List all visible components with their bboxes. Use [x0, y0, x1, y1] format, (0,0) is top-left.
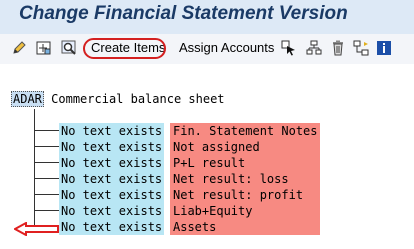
tree-node[interactable]: No text exists Not assigned: [59, 139, 320, 155]
node-description: No text exists: [59, 203, 164, 219]
tree-branch: [34, 210, 59, 211]
node-name[interactable]: Liab+Equity: [170, 203, 320, 219]
expand-subtree-icon[interactable]: [35, 39, 53, 57]
select-icon[interactable]: [280, 39, 298, 57]
financial-statement-tree: ADAR Commercial balance sheet No text ex…: [0, 64, 414, 249]
tree-node[interactable]: No text exists Net result: profit: [59, 187, 320, 203]
edit-pencil-icon[interactable]: [10, 39, 28, 57]
node-description: No text exists: [59, 219, 164, 235]
root-key[interactable]: ADAR: [11, 91, 44, 107]
pointer-arrow-icon: [14, 222, 59, 236]
window-title: Change Financial Statement Version: [19, 3, 348, 24]
tree-node[interactable]: No text exists Assets: [59, 219, 320, 235]
delete-icon[interactable]: [329, 39, 347, 57]
tree-branch: [34, 162, 59, 163]
tree-node[interactable]: No text exists Liab+Equity: [59, 203, 320, 219]
tree-node[interactable]: No text exists P+L result: [59, 155, 320, 171]
tree-branch: [34, 130, 59, 131]
tree-branch: [34, 194, 59, 195]
node-description: No text exists: [59, 187, 164, 203]
create-items-highlight: [83, 38, 166, 59]
node-name[interactable]: Assets: [170, 219, 320, 235]
tree-node[interactable]: No text exists Net result: loss: [59, 171, 320, 187]
node-description: No text exists: [59, 155, 164, 171]
node-name[interactable]: Net result: profit: [170, 187, 320, 203]
node-name[interactable]: Net result: loss: [170, 171, 320, 187]
tree-branch: [34, 178, 59, 179]
tree-branch: [34, 146, 59, 147]
node-name[interactable]: Not assigned: [170, 139, 320, 155]
hierarchy-icon[interactable]: [305, 39, 323, 57]
reassign-icon[interactable]: [352, 39, 370, 57]
application-toolbar: Create Items Assign Accounts: [0, 34, 414, 65]
node-name[interactable]: P+L result: [170, 155, 320, 171]
node-description: No text exists: [59, 171, 164, 187]
tree-node[interactable]: No text exists Fin. Statement Notes: [59, 123, 320, 139]
node-name[interactable]: Fin. Statement Notes: [170, 123, 320, 139]
root-label: Commercial balance sheet: [51, 92, 225, 106]
node-description: No text exists: [59, 139, 164, 155]
node-description: No text exists: [59, 123, 164, 139]
find-icon[interactable]: [60, 39, 78, 57]
assign-accounts-button[interactable]: Assign Accounts: [179, 40, 274, 55]
title-bar: Change Financial Statement Version: [0, 0, 414, 34]
tree-root[interactable]: ADAR Commercial balance sheet: [11, 91, 225, 107]
info-icon[interactable]: [375, 39, 393, 57]
